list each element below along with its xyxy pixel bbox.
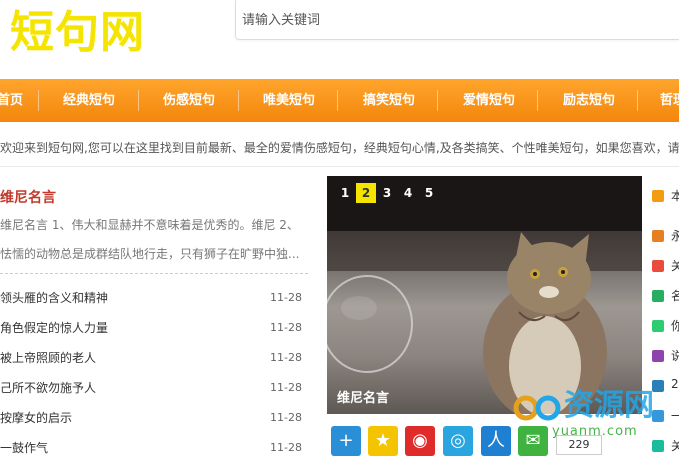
watermark-domain: yuanm.com: [552, 424, 638, 439]
list-item[interactable]: 被上帝照顾的老人 11-28: [0, 343, 302, 373]
slider-page-button[interactable]: 5: [419, 183, 439, 203]
featured-title[interactable]: 维尼名言: [0, 187, 56, 207]
nav-divider: [437, 90, 438, 111]
renren-icon[interactable]: 人: [481, 426, 511, 456]
nav-divider: [337, 90, 338, 111]
nav-divider: [537, 90, 538, 111]
nav-divider: [238, 90, 239, 111]
plus-icon[interactable]: +: [331, 426, 361, 456]
nav-item-philosophy[interactable]: 哲理: [650, 79, 679, 122]
slider-page-button[interactable]: 3: [377, 183, 397, 203]
article-date: 11-28: [270, 381, 302, 394]
wechat-icon[interactable]: ✉: [518, 426, 548, 456]
article-title[interactable]: 领头雁的含义和精神: [0, 283, 108, 313]
list-bullet-icon: [652, 350, 664, 362]
article-date: 11-28: [270, 351, 302, 364]
welcome-marquee: 欢迎来到短句网,您可以在这里找到目前最新、最全的爱情伤感短句，经典短句心情,及各…: [0, 141, 679, 155]
featured-desc-line: 怯懦的动物总是成群结队地行走，只有狮子在旷野中独...: [0, 247, 300, 261]
nav-item-inspire[interactable]: 励志短句: [550, 79, 628, 122]
slider-caption[interactable]: 维尼名言: [337, 387, 389, 406]
list-bullet-icon: [652, 410, 664, 422]
article-title[interactable]: 被上帝照顾的老人: [0, 343, 96, 373]
watermark-logo-icon: [513, 395, 561, 421]
article-title[interactable]: 按摩女的启示: [0, 403, 72, 433]
list-item[interactable]: 一鼓作气 11-28: [0, 433, 302, 463]
watermark-text: 资源网: [564, 388, 654, 423]
right-list-item[interactable]: 永: [671, 227, 679, 244]
tencent-weibo-icon[interactable]: ◎: [443, 426, 473, 456]
divider: [0, 166, 679, 167]
nav-divider: [38, 90, 39, 111]
search-input[interactable]: 请输入关键词: [235, 0, 679, 40]
site-logo[interactable]: 短句网: [10, 0, 145, 60]
list-bullet-icon: [652, 190, 664, 202]
right-list-item[interactable]: 你: [671, 317, 679, 334]
cat-photo: [327, 176, 642, 414]
list-bullet-icon: [652, 230, 664, 242]
list-item[interactable]: 己所不欲勿施予人 11-28: [0, 373, 302, 403]
right-list-item[interactable]: 关: [671, 257, 679, 274]
nav-divider: [637, 90, 638, 111]
list-item[interactable]: 角色假定的惊人力量 11-28: [0, 313, 302, 343]
article-date: 11-28: [270, 291, 302, 304]
list-item[interactable]: 领头雁的含义和精神 11-28: [0, 283, 302, 313]
featured-description: 维尼名言 1、伟大和显赫并不意味着是优秀的。维尼 2、 怯懦的动物总是成群结队地…: [0, 211, 310, 269]
nav-divider: [138, 90, 139, 111]
article-date: 11-28: [270, 321, 302, 334]
article-title[interactable]: 一鼓作气: [0, 433, 48, 463]
image-slider[interactable]: 12345 维尼名言: [327, 176, 642, 414]
weibo-icon[interactable]: ◉: [405, 426, 435, 456]
slider-page-button[interactable]: 4: [398, 183, 418, 203]
slider-pagination: 12345: [335, 182, 440, 203]
nav-item-beautiful[interactable]: 唯美短句: [250, 79, 328, 122]
nav-item-funny[interactable]: 搞笑短句: [350, 79, 428, 122]
right-list-item[interactable]: 名: [671, 287, 679, 304]
article-title[interactable]: 角色假定的惊人力量: [0, 313, 108, 343]
list-bullet-icon: [652, 290, 664, 302]
bubble-shape: [327, 275, 413, 373]
slider-page-button-active[interactable]: 2: [356, 183, 376, 203]
right-list-item[interactable]: 本: [671, 187, 679, 204]
list-bullet-icon: [652, 320, 664, 332]
nav-item-home[interactable]: 首页: [0, 79, 32, 122]
right-list-item[interactable]: 2: [671, 377, 679, 391]
right-list-item[interactable]: 一: [671, 407, 679, 424]
list-bullet-icon: [652, 380, 664, 392]
main-nav: 首页 经典短句 伤感短句 唯美短句 搞笑短句 爱情短句 励志短句 哲理: [0, 79, 679, 122]
article-date: 11-28: [270, 441, 302, 454]
list-item[interactable]: 按摩女的启示 11-28: [0, 403, 302, 433]
article-date: 11-28: [270, 411, 302, 424]
nav-item-love[interactable]: 爱情短句: [450, 79, 528, 122]
nav-item-sad[interactable]: 伤感短句: [150, 79, 228, 122]
search-placeholder: 请输入关键词: [242, 13, 321, 28]
article-title[interactable]: 己所不欲勿施予人: [0, 373, 96, 403]
list-bullet-icon: [652, 260, 664, 272]
qzone-star-icon[interactable]: ★: [368, 426, 398, 456]
right-list-item[interactable]: 说: [671, 347, 679, 364]
featured-desc-line: 维尼名言 1、伟大和显赫并不意味着是优秀的。维尼 2、: [0, 218, 299, 232]
nav-item-classic[interactable]: 经典短句: [50, 79, 128, 122]
right-list-item[interactable]: 关: [671, 437, 679, 454]
list-bullet-icon: [652, 440, 664, 452]
slider-page-button[interactable]: 1: [335, 183, 355, 203]
dashed-divider: [0, 273, 308, 274]
